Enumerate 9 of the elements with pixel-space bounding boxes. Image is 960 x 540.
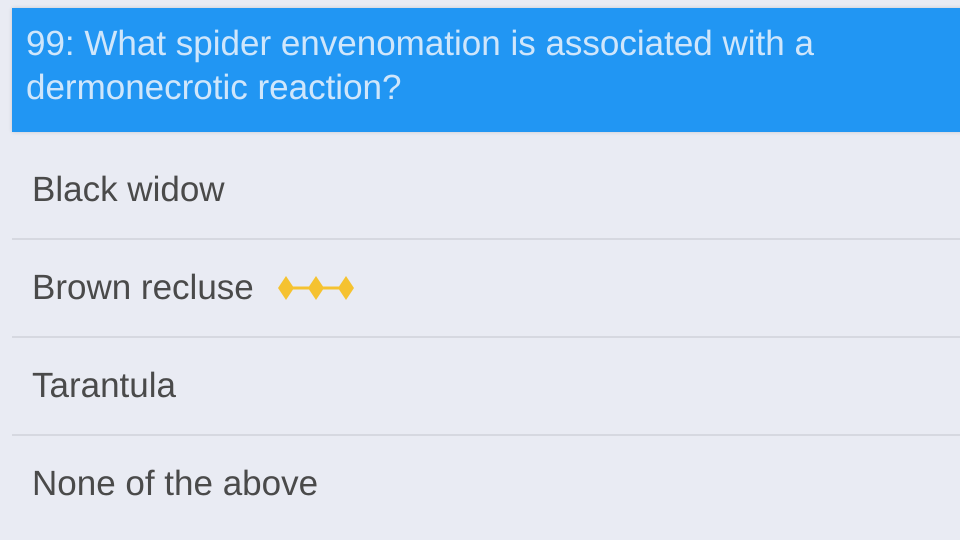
answer-label: None of the above <box>32 464 318 504</box>
answer-label: Tarantula <box>32 366 176 406</box>
answer-option[interactable]: Brown recluse <box>12 240 960 338</box>
question-text: 99: What spider envenomation is associated with a dermonecrotic reaction? <box>26 23 815 109</box>
answer-label: Brown recluse <box>32 268 254 308</box>
answer-option[interactable]: Tarantula <box>12 338 960 436</box>
answer-label: Black widow <box>32 170 225 210</box>
answer-option[interactable]: None of the above <box>12 436 960 532</box>
answer-option[interactable]: Black widow <box>12 142 960 240</box>
